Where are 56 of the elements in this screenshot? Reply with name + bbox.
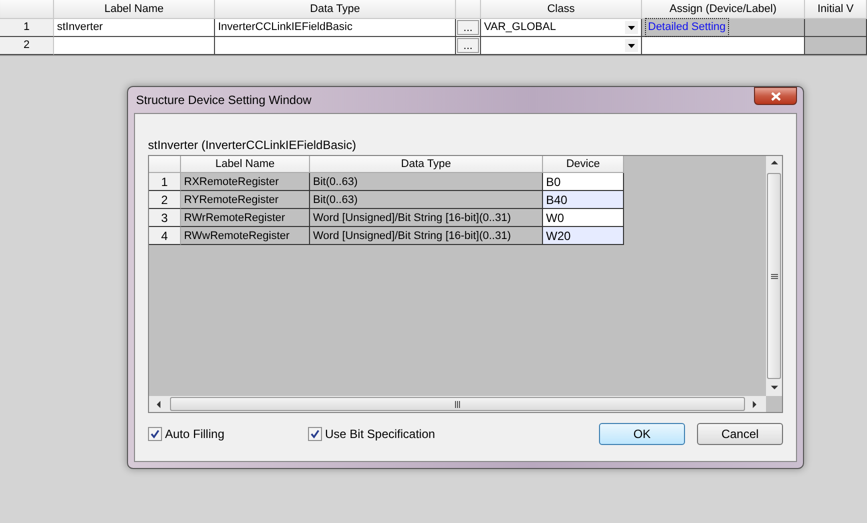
column-header[interactable]: Data Type bbox=[310, 156, 543, 173]
close-button[interactable] bbox=[754, 87, 797, 105]
cancel-button[interactable]: Cancel bbox=[697, 423, 783, 445]
checkbox[interactable] bbox=[308, 427, 322, 441]
column-header[interactable]: Label Name bbox=[181, 156, 310, 173]
class-dropdown[interactable] bbox=[481, 37, 642, 55]
table-cell[interactable] bbox=[54, 37, 215, 55]
table-cell[interactable]: InverterCCLinkIEFieldBasic bbox=[215, 19, 456, 37]
table-cell: Bit(0..63) bbox=[310, 191, 543, 209]
column-header[interactable]: Initial V bbox=[805, 0, 867, 19]
row-header: 2 bbox=[0, 37, 54, 55]
checkbox-label: Auto Filling bbox=[165, 427, 224, 441]
table-cell: Word [Unsigned]/Bit String [16-bit](0..31) bbox=[310, 209, 543, 227]
browse-button[interactable]: ... bbox=[457, 20, 479, 35]
table-cell: RXRemoteRegister bbox=[181, 173, 310, 191]
column-header[interactable]: Data Type bbox=[215, 0, 456, 19]
table-cell bbox=[805, 37, 867, 55]
ok-button[interactable]: OK bbox=[599, 423, 685, 445]
column-header[interactable]: Class bbox=[481, 0, 642, 19]
device-field[interactable]: B0 bbox=[543, 173, 624, 191]
table-cell[interactable] bbox=[215, 37, 456, 55]
table-cell[interactable]: Detailed Setting bbox=[642, 19, 805, 37]
table-cell: RWrRemoteRegister bbox=[181, 209, 310, 227]
scrollbar-thumb[interactable] bbox=[767, 173, 781, 379]
column-header[interactable]: Assign (Device/Label) bbox=[642, 0, 805, 19]
grip-icon bbox=[455, 400, 460, 408]
class-dropdown[interactable]: VAR_GLOBAL bbox=[481, 19, 642, 37]
structure-heading: stInverter (InverterCCLinkIEFieldBasic) bbox=[148, 138, 358, 152]
checkbox[interactable] bbox=[148, 427, 162, 441]
row-header: 1 bbox=[149, 173, 181, 191]
scrollbar-thumb[interactable] bbox=[170, 397, 745, 411]
table-cell: Bit(0..63) bbox=[310, 173, 543, 191]
row-header: 2 bbox=[149, 191, 181, 209]
table-cell[interactable]: stInverter bbox=[54, 19, 215, 37]
header-cell bbox=[456, 0, 481, 19]
window-title: Structure Device Setting Window bbox=[136, 93, 312, 107]
header-cell bbox=[0, 0, 54, 19]
table-cell: RYRemoteRegister bbox=[181, 191, 310, 209]
close-icon bbox=[770, 92, 780, 100]
browse-button[interactable]: ... bbox=[457, 38, 479, 53]
device-field[interactable]: B40 bbox=[543, 191, 624, 209]
grip-icon bbox=[770, 274, 778, 278]
table-cell[interactable] bbox=[642, 37, 805, 55]
table-cell: Word [Unsigned]/Bit String [16-bit](0..31) bbox=[310, 227, 543, 245]
table-cell: RWwRemoteRegister bbox=[181, 227, 310, 245]
row-header: 1 bbox=[0, 19, 54, 37]
device-field[interactable]: W20 bbox=[543, 227, 624, 245]
column-header[interactable]: Label Name bbox=[54, 0, 215, 19]
header-cell bbox=[149, 156, 181, 173]
table-cell bbox=[805, 19, 867, 37]
column-header[interactable]: Device bbox=[543, 156, 624, 173]
row-header: 4 bbox=[149, 227, 181, 245]
checkbox-label: Use Bit Specification bbox=[325, 427, 436, 441]
row-header: 3 bbox=[149, 209, 181, 227]
detail-setting-link[interactable]: Detailed Setting bbox=[645, 18, 729, 37]
device-field[interactable]: W0 bbox=[543, 209, 624, 227]
